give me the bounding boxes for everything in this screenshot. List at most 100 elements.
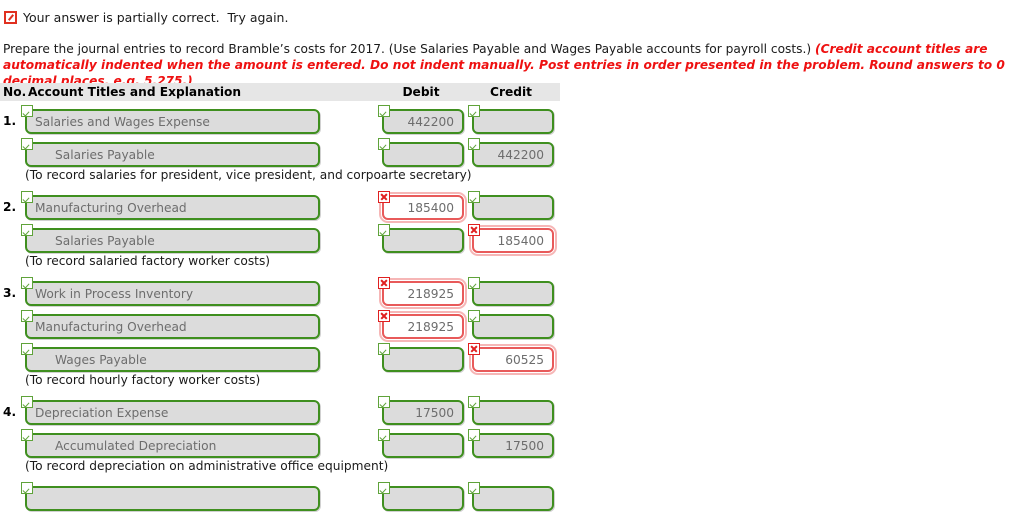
correct-check-icon (378, 105, 390, 117)
journal-line-row: Salaries Payable 442200 (0, 134, 1024, 167)
debit-value: 218925 (407, 286, 454, 301)
credit-input[interactable]: 185400 (469, 225, 557, 256)
journal-line-row: Wages Payable 60525 (0, 339, 1024, 375)
acct-value: Salaries Payable (55, 147, 155, 162)
error-x-icon (378, 191, 390, 203)
acct-input[interactable]: Salaries and Wages Expense (25, 109, 320, 134)
entry-explanation-text: (To record hourly factory worker costs) (25, 373, 261, 387)
credit-input[interactable] (472, 400, 554, 425)
correct-check-icon (378, 224, 390, 236)
correct-check-icon (21, 138, 33, 150)
correct-check-icon (468, 396, 480, 408)
correct-check-icon (468, 482, 480, 494)
instructions-lead: Prepare the journal entries to record Br… (3, 42, 816, 56)
credit-value: 17500 (505, 438, 544, 453)
acct-value: Accumulated Depreciation (55, 438, 217, 453)
debit-input[interactable] (382, 433, 464, 458)
credit-input[interactable]: 60525 (469, 344, 557, 375)
acct-input[interactable]: Manufacturing Overhead (25, 314, 320, 339)
entry-explanation-row: (To record salaries for president, vice … (0, 167, 1024, 187)
journal-line-row: 3. Work in Process Inventory 218925 (0, 273, 1024, 309)
correct-check-icon (468, 310, 480, 322)
entry-number: 4. (3, 405, 17, 419)
debit-input[interactable] (382, 142, 464, 167)
correct-check-icon (378, 396, 390, 408)
column-header-credit: Credit (490, 85, 532, 99)
status-banner: Your answer is partially correct. Try ag… (4, 10, 288, 25)
credit-input[interactable]: 17500 (472, 433, 554, 458)
debit-input[interactable] (382, 347, 464, 372)
acct-input[interactable]: Depreciation Expense (25, 400, 320, 425)
debit-value: 185400 (407, 200, 454, 215)
debit-input[interactable] (382, 486, 464, 511)
acct-input[interactable]: Salaries Payable (25, 142, 320, 167)
acct-input[interactable]: Accumulated Depreciation (25, 433, 320, 458)
status-message: Your answer is partially correct. Try ag… (23, 10, 289, 25)
correct-check-icon (468, 138, 480, 150)
acct-input[interactable]: Work in Process Inventory (25, 281, 320, 306)
credit-input[interactable] (472, 486, 554, 511)
debit-input[interactable]: 218925 (379, 278, 467, 309)
error-x-icon (468, 343, 480, 355)
error-x-icon (468, 224, 480, 236)
credit-value: 185400 (497, 233, 544, 248)
column-header-account: Account Titles and Explanation (28, 85, 242, 99)
acct-value: Wages Payable (55, 352, 147, 367)
correct-check-icon (21, 224, 33, 236)
debit-input[interactable]: 218925 (379, 311, 467, 342)
error-x-icon (378, 277, 390, 289)
correct-check-icon (378, 138, 390, 150)
credit-input[interactable] (472, 109, 554, 134)
acct-value: Manufacturing Overhead (35, 200, 187, 215)
debit-value: 218925 (407, 319, 454, 334)
entry-explanation-text: (To record depreciation on administrativ… (25, 459, 389, 473)
acct-value: Salaries and Wages Expense (35, 114, 210, 129)
correct-check-icon (21, 310, 33, 322)
acct-input[interactable] (25, 486, 320, 511)
correct-check-icon (468, 277, 480, 289)
error-x-icon (378, 310, 390, 322)
acct-input[interactable]: Manufacturing Overhead (25, 195, 320, 220)
entry-explanation-row: (To record hourly factory worker costs) (0, 372, 1024, 392)
column-header-debit: Debit (402, 85, 440, 99)
partial-correct-slash-icon (4, 11, 17, 24)
credit-value: 442200 (497, 147, 544, 162)
entry-number: 3. (3, 286, 17, 300)
acct-value: Work in Process Inventory (35, 286, 194, 301)
correct-check-icon (21, 277, 33, 289)
entry-explanation-text: (To record salaried factory worker costs… (25, 254, 271, 268)
credit-input[interactable] (472, 314, 554, 339)
entry-number: 2. (3, 200, 17, 214)
acct-value: Depreciation Expense (35, 405, 169, 420)
debit-input[interactable] (382, 228, 464, 253)
table-header-row: No. Account Titles and Explanation Debit… (0, 83, 560, 101)
debit-input[interactable]: 442200 (382, 109, 464, 134)
journal-line-row: 2. Manufacturing Overhead 185400 (0, 187, 1024, 223)
debit-input[interactable]: 185400 (379, 192, 467, 223)
acct-input[interactable]: Salaries Payable (25, 228, 320, 253)
journal-line-row: 1. Salaries and Wages Expense 442200 (0, 101, 1024, 134)
correct-check-icon (21, 105, 33, 117)
instructions-paragraph: Prepare the journal entries to record Br… (3, 41, 1021, 89)
journal-entry-table: No. Account Titles and Explanation Debit… (0, 83, 1024, 511)
credit-input[interactable]: 442200 (472, 142, 554, 167)
journal-line-row: Accumulated Depreciation 17500 (0, 425, 1024, 458)
correct-check-icon (468, 429, 480, 441)
entry-number: 1. (3, 114, 17, 128)
entry-explanation-text: (To record salaries for president, vice … (25, 168, 472, 182)
acct-input[interactable]: Wages Payable (25, 347, 320, 372)
column-header-no: No. (3, 85, 27, 99)
correct-check-icon (21, 482, 33, 494)
journal-line-row: Salaries Payable 185400 (0, 220, 1024, 256)
correct-check-icon (21, 429, 33, 441)
debit-input[interactable]: 17500 (382, 400, 464, 425)
correct-check-icon (378, 343, 390, 355)
credit-input[interactable] (472, 195, 554, 220)
correct-check-icon (468, 191, 480, 203)
correct-check-icon (378, 429, 390, 441)
correct-check-icon (21, 343, 33, 355)
credit-input[interactable] (472, 281, 554, 306)
correct-check-icon (468, 105, 480, 117)
debit-value: 17500 (415, 405, 454, 420)
journal-line-row: Manufacturing Overhead 218925 (0, 306, 1024, 342)
